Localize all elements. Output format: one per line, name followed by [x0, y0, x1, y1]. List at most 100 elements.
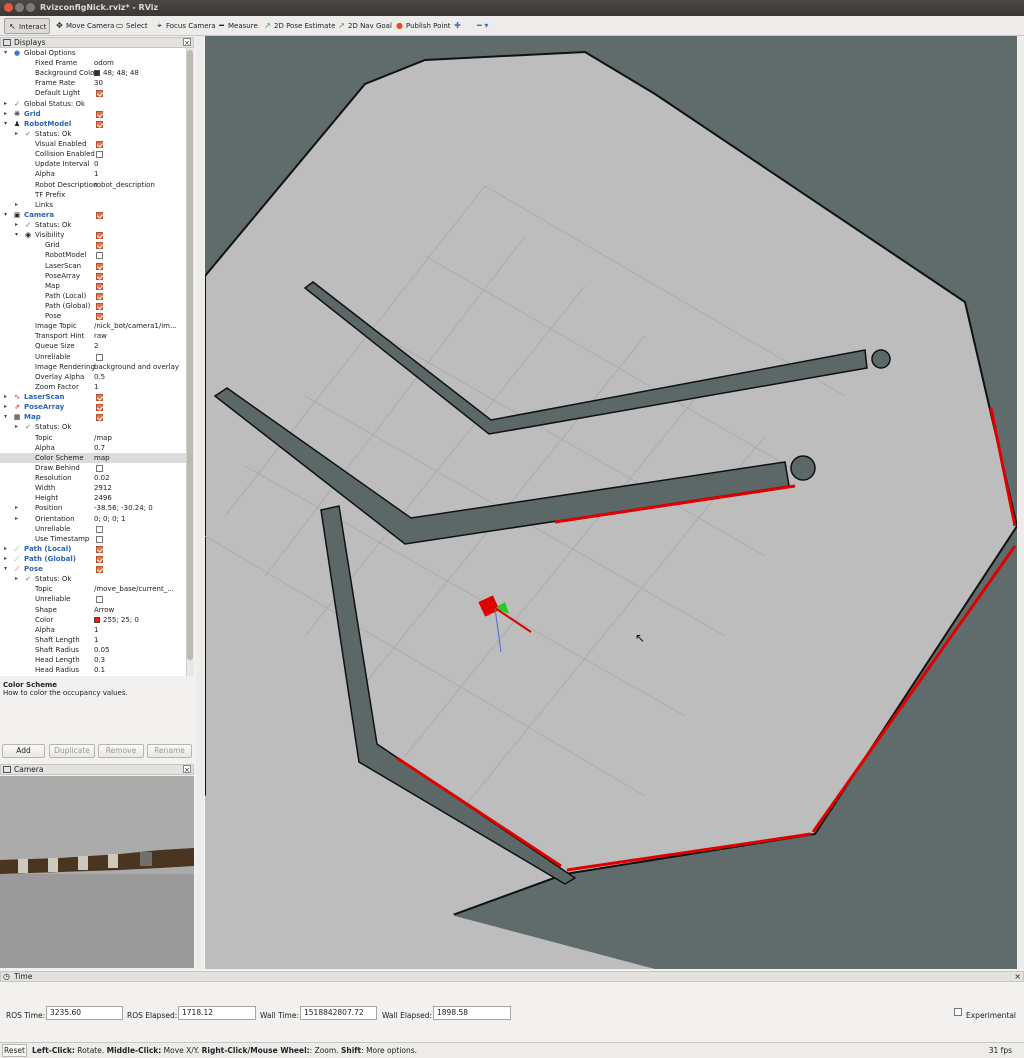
display-tree-row[interactable]: Image Topic/nick_bot/camera1/im...: [0, 321, 186, 331]
enable-checkbox[interactable]: [96, 556, 103, 563]
display-tree-row[interactable]: ▸ ✓ Status: Ok: [0, 422, 186, 432]
displays-scrollbar-thumb[interactable]: [187, 50, 193, 660]
display-tree-row[interactable]: Grid: [0, 240, 186, 250]
display-tree-row[interactable]: Color 255; 25; 0: [0, 615, 186, 625]
collapse-arrow-icon[interactable]: ▸: [15, 200, 18, 210]
row-value[interactable]: /nick_bot/camera1/im...: [94, 321, 177, 331]
display-tree-row[interactable]: Color Scheme map: [0, 452, 186, 463]
row-value[interactable]: -38.56; -30.24; 0: [94, 503, 153, 513]
enable-checkbox[interactable]: [96, 282, 103, 290]
tool-plus-button[interactable]: ✚: [450, 18, 467, 34]
maximize-window-button[interactable]: [26, 3, 35, 12]
right-splitter[interactable]: [1018, 36, 1024, 969]
display-tree-row[interactable]: ▸ ✓ Status: Ok: [0, 129, 186, 139]
enable-checkbox[interactable]: [96, 211, 103, 219]
display-tree-row[interactable]: Shaft Radius 0.05: [0, 645, 186, 655]
remove-display-button[interactable]: Remove: [98, 744, 144, 758]
expand-arrow-icon[interactable]: ▾: [4, 119, 7, 129]
collapse-arrow-icon[interactable]: ▸: [15, 220, 18, 230]
display-tree-row[interactable]: ▸ ⇗ PoseArray: [0, 402, 186, 412]
minimize-window-button[interactable]: [15, 3, 24, 12]
collapse-arrow-icon[interactable]: ▸: [4, 402, 7, 412]
display-tree-row[interactable]: TF Prefix: [0, 190, 186, 200]
row-value[interactable]: raw: [94, 331, 107, 341]
enable-checkbox[interactable]: [96, 262, 103, 270]
tool-focus-camera-button[interactable]: ⌖ Focus Camera: [152, 18, 219, 34]
display-tree-row[interactable]: Collision Enabled: [0, 149, 186, 159]
experimental-checkbox[interactable]: [954, 1008, 962, 1016]
rename-display-button[interactable]: Rename: [147, 744, 192, 758]
duplicate-display-button[interactable]: Duplicate: [49, 744, 95, 758]
display-tree-row[interactable]: ▸ Orientation 0; 0; 0; 1: [0, 514, 186, 524]
display-tree-row[interactable]: Default Light: [0, 88, 186, 98]
row-value[interactable]: 0.1: [94, 665, 105, 675]
display-tree-row[interactable]: Path (Local): [0, 291, 186, 301]
row-value[interactable]: odom: [94, 58, 114, 68]
display-tree-row[interactable]: Shaft Length 1: [0, 635, 186, 645]
display-tree-row[interactable]: Queue Size 2: [0, 341, 186, 351]
enable-checkbox[interactable]: [96, 90, 103, 98]
display-tree-row[interactable]: ▸ ⟋ Path (Global): [0, 554, 186, 564]
row-value[interactable]: 1: [94, 625, 98, 635]
add-display-button[interactable]: Add: [2, 744, 45, 758]
display-tree-row[interactable]: RobotModel: [0, 250, 186, 260]
collapse-arrow-icon[interactable]: ▸: [15, 574, 18, 584]
display-tree-row[interactable]: Frame Rate 30: [0, 78, 186, 88]
left-splitter[interactable]: [196, 36, 204, 969]
enable-checkbox[interactable]: [96, 404, 103, 412]
tool-select-button[interactable]: ▭ Select: [112, 18, 151, 34]
row-value[interactable]: Arrow: [94, 605, 114, 615]
display-tree-row[interactable]: Map: [0, 281, 186, 291]
row-value[interactable]: /move_base/current_...: [94, 584, 174, 594]
enable-checkbox[interactable]: [96, 303, 103, 310]
display-tree-row[interactable]: Head Radius 0.1: [0, 665, 186, 675]
tool-measure-button[interactable]: ━ Measure: [214, 18, 261, 34]
row-value[interactable]: 1: [94, 635, 98, 645]
collapse-arrow-icon[interactable]: ▸: [4, 544, 7, 554]
display-tree-row[interactable]: Unreliable: [0, 352, 186, 362]
row-value[interactable]: 0.02: [94, 473, 110, 483]
collapse-arrow-icon[interactable]: ▸: [4, 99, 7, 109]
collapse-arrow-icon[interactable]: ▸: [15, 129, 18, 139]
display-tree-row[interactable]: ▸ Position -38.56; -30.24; 0: [0, 503, 186, 513]
display-tree-row[interactable]: PoseArray: [0, 271, 186, 281]
display-tree-row[interactable]: Alpha 1: [0, 169, 186, 179]
tool-minus-dropdown-button[interactable]: ━ ▾: [474, 18, 491, 34]
enable-checkbox[interactable]: [96, 292, 103, 300]
display-tree-row[interactable]: ▸ ⟋ Path (Local): [0, 544, 186, 554]
enable-checkbox[interactable]: [96, 596, 103, 604]
enable-checkbox[interactable]: [96, 535, 103, 543]
display-tree-row[interactable]: ▸ ✓ Global Status: Ok: [0, 99, 186, 109]
row-value[interactable]: 0.7: [94, 443, 105, 453]
close-icon[interactable]: ×: [1014, 972, 1021, 981]
3d-render-view[interactable]: ↖: [205, 36, 1017, 969]
row-value[interactable]: 0.5: [94, 372, 105, 382]
display-tree-row[interactable]: Visual Enabled: [0, 139, 186, 149]
camera-image-view[interactable]: [0, 776, 194, 968]
tool-move-camera-button[interactable]: ✥ Move Camera: [52, 18, 117, 34]
display-tree-row[interactable]: ▸ Links: [0, 200, 186, 210]
row-value[interactable]: 30: [94, 78, 103, 88]
display-tree-row[interactable]: Update Interval 0: [0, 159, 186, 169]
enable-checkbox[interactable]: [96, 464, 103, 472]
display-tree-row[interactable]: Resolution 0.02: [0, 473, 186, 483]
display-tree-row[interactable]: Robot Description robot_description: [0, 180, 186, 190]
row-value[interactable]: map: [94, 453, 110, 463]
close-icon[interactable]: ×: [183, 38, 191, 47]
reset-button[interactable]: Reset: [2, 1044, 27, 1057]
display-tree-row[interactable]: Path (Global): [0, 301, 186, 311]
row-value[interactable]: 0.3: [94, 655, 105, 665]
row-value[interactable]: robot_description: [94, 180, 155, 190]
enable-checkbox[interactable]: [96, 252, 103, 260]
wall-time-field[interactable]: 1518842807.72: [300, 1006, 377, 1020]
enable-checkbox[interactable]: [96, 242, 103, 250]
display-tree-row[interactable]: ▸ ✓ Status: Ok: [0, 574, 186, 584]
tool-2d-pose-estimate-button[interactable]: ↗ 2D Pose Estimate: [260, 18, 338, 34]
row-value[interactable]: 1: [94, 382, 98, 392]
enable-checkbox[interactable]: [96, 232, 103, 240]
display-tree-row[interactable]: Pose: [0, 311, 186, 321]
expand-arrow-icon[interactable]: ▾: [4, 564, 7, 574]
enable-checkbox[interactable]: [96, 394, 103, 402]
row-value[interactable]: 2496: [94, 493, 112, 503]
enable-checkbox[interactable]: [96, 566, 103, 574]
